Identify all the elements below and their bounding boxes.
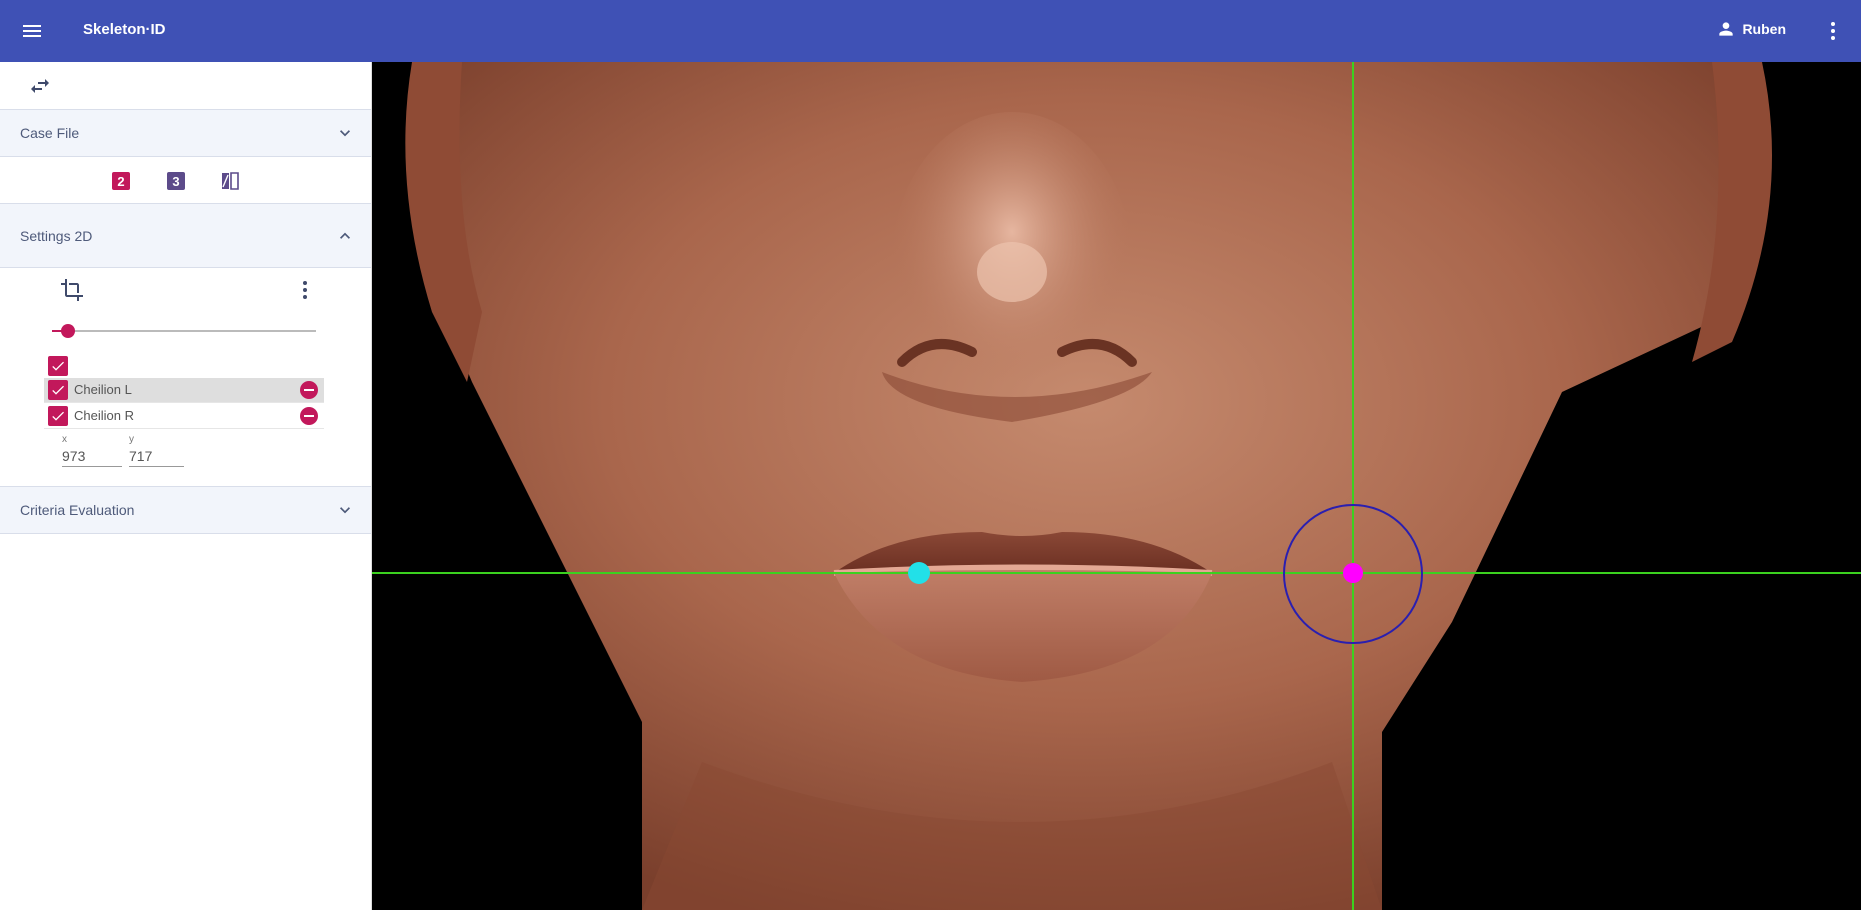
panel-case-file-label: Case File <box>20 125 80 141</box>
chevron-down-icon <box>340 130 350 137</box>
landmark-point-cheilion-l[interactable] <box>908 562 930 584</box>
opacity-slider[interactable] <box>52 324 316 338</box>
panel-settings-2d[interactable]: Settings 2D <box>0 203 371 268</box>
landmark-label: Cheilion L <box>74 382 132 397</box>
coord-x-label: x <box>62 434 67 445</box>
svg-text:2: 2 <box>117 174 124 189</box>
panel-criteria-label: Criteria Evaluation <box>20 502 135 518</box>
user-name: Ruben <box>1742 21 1786 37</box>
landmark-overlay <box>372 62 1861 910</box>
panel-settings-2d-label: Settings 2D <box>20 227 93 244</box>
crosshair-vertical-line <box>1352 62 1354 910</box>
svg-text:3: 3 <box>172 174 179 189</box>
landmark-label: Cheilion R <box>74 408 134 423</box>
check-icon <box>52 361 64 371</box>
landmark-point-cheilion-r[interactable] <box>1343 563 1363 583</box>
check-icon <box>52 411 64 421</box>
swap-horiz-icon[interactable] <box>28 74 52 98</box>
check-icon <box>52 385 64 395</box>
sidebar: Case File 2 3 Settings 2D Cheilion L Chei… <box>0 62 372 910</box>
coord-y-label: y <box>129 434 134 445</box>
slider-thumb[interactable] <box>60 324 75 338</box>
coord-x-input[interactable] <box>62 446 122 467</box>
person-icon <box>1719 22 1734 36</box>
user-menu[interactable]: Ruben <box>1716 19 1786 39</box>
mode-switcher: 2 3 <box>0 157 371 203</box>
more-vert-icon[interactable] <box>1821 19 1845 43</box>
more-vert-icon[interactable] <box>296 278 314 302</box>
remove-landmark-icon[interactable] <box>300 407 318 425</box>
chevron-down-icon <box>340 507 350 514</box>
crop-icon[interactable] <box>60 278 84 302</box>
menu-icon[interactable] <box>20 19 44 43</box>
crosshair-horizontal-line <box>372 572 1861 574</box>
landmark-row[interactable]: Cheilion R <box>44 404 324 429</box>
landmark-checkbox[interactable] <box>48 406 68 426</box>
top-app-bar: Skeleton·ID Ruben <box>0 0 1861 62</box>
coord-y-input[interactable] <box>129 446 184 467</box>
app-title: Skeleton·ID <box>83 21 166 38</box>
landmark-row[interactable]: Cheilion L <box>44 378 324 403</box>
compare-icon[interactable] <box>220 171 240 191</box>
panel-criteria-evaluation[interactable]: Criteria Evaluation <box>0 486 371 534</box>
2d-mode-icon[interactable]: 2 <box>111 171 131 191</box>
select-all-checkbox[interactable] <box>48 356 68 376</box>
chevron-up-icon <box>340 232 350 239</box>
remove-landmark-icon[interactable] <box>300 381 318 399</box>
image-viewer[interactable] <box>372 62 1861 910</box>
landmark-checkbox[interactable] <box>48 380 68 400</box>
panel-case-file[interactable]: Case File <box>0 109 371 157</box>
3d-mode-icon[interactable]: 3 <box>166 171 186 191</box>
